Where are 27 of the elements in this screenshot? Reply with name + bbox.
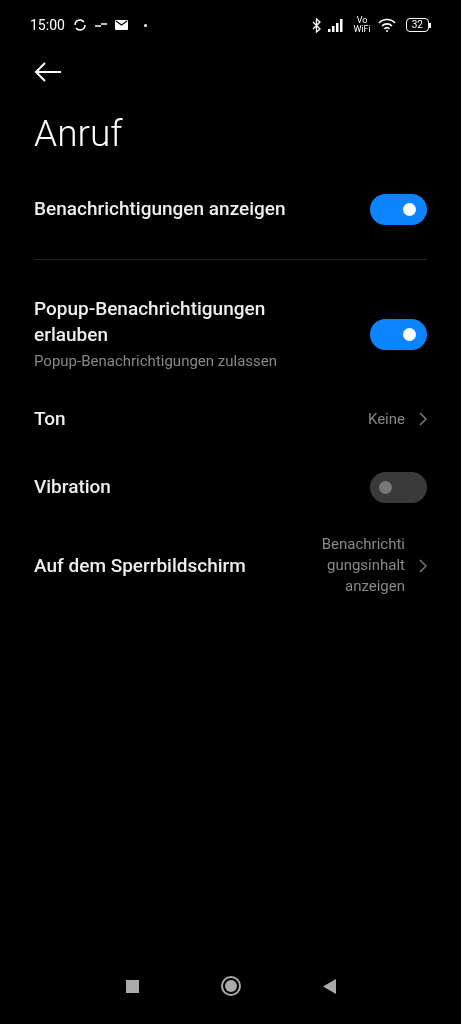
setting-label: Auf dem Sperrbildschirm — [34, 552, 246, 579]
setting-label: Benachrichtigungen anzeigen — [34, 196, 286, 222]
status-time: 15:00 — [30, 15, 65, 35]
mail-icon — [114, 20, 128, 30]
home-button[interactable] — [220, 976, 241, 996]
bluetooth-icon — [312, 17, 322, 33]
toggle-switch[interactable] — [370, 193, 427, 225]
volte-label: Vo — [356, 16, 368, 25]
sync-icon — [72, 18, 87, 32]
recents-button[interactable] — [125, 979, 139, 993]
toggle-switch[interactable] — [370, 318, 427, 350]
wifi-icon — [377, 18, 396, 32]
setting-label: Popup-Benachrichtigungen erlauben — [34, 296, 267, 348]
setting-value: Benachrichti gungsinhalt anzeigen — [321, 534, 405, 597]
chevron-right-icon — [419, 558, 427, 573]
setting-label: Ton — [34, 406, 66, 432]
chevron-right-icon — [419, 412, 427, 426]
setting-label: Vibration — [34, 474, 111, 500]
setting-description: Popup-Benachrichtigungen zulassen — [34, 351, 279, 372]
wifi-label: WiFi — [353, 25, 371, 34]
battery-indicator: 32 — [405, 18, 431, 32]
data-transfer-icon — [94, 21, 107, 29]
toggle-switch[interactable] — [370, 471, 427, 503]
back-button[interactable] — [34, 62, 62, 82]
page-title: Anruf — [34, 112, 124, 156]
setting-value: Keine — [367, 408, 405, 430]
back-nav-icon[interactable] — [322, 978, 336, 994]
